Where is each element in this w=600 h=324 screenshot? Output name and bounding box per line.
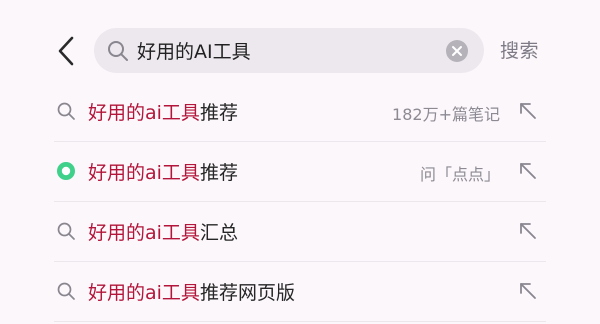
search-icon [57,102,75,120]
suggestion-rest: 推荐 [199,162,238,184]
search-icon [57,222,75,240]
suggestion-highlight: 好用的ai工具 [88,102,200,124]
suggestion-text: 好用的ai工具推荐网页版 [88,278,295,305]
suggestion-text: 好用的ai工具汇总 [88,218,238,245]
arrow-up-left-icon[interactable] [516,279,540,303]
arrow-up-left-icon[interactable] [516,159,540,183]
diandian-ai-icon [57,162,75,180]
suggestion-item-ask-ai[interactable]: 好用的ai工具推荐 问「点点」 [54,142,546,202]
suggestion-item[interactable]: 好用的ai工具汇总 [54,202,546,262]
search-input[interactable] [137,36,427,64]
suggestion-text: 好用的ai工具推荐 [88,98,238,125]
arrow-up-left-icon[interactable] [516,99,540,123]
suggestion-highlight: 好用的ai工具 [88,282,200,304]
suggestion-list: 好用的ai工具推荐 182万+篇笔记 好用的ai工具推荐 问「点点」 好用的ai… [54,82,546,322]
suggestion-highlight: 好用的ai工具 [88,162,200,184]
suggestion-text: 好用的ai工具推荐 [88,158,238,185]
search-button[interactable]: 搜索 [500,36,539,63]
chevron-left-icon [58,36,74,66]
search-box[interactable] [94,28,484,73]
ask-ai-label[interactable]: 问「点点」 [420,161,500,185]
suggestion-highlight: 好用的ai工具 [88,222,200,244]
arrow-up-left-icon[interactable] [516,219,540,243]
back-button[interactable] [52,34,82,68]
suggestion-item[interactable]: 好用的ai工具推荐网页版 [54,262,546,322]
suggestion-rest: 汇总 [199,222,238,244]
suggestion-rest: 推荐 [199,102,238,124]
search-icon [57,282,75,300]
suggestion-item[interactable]: 好用的ai工具推荐 182万+篇笔记 [54,82,546,142]
suggestion-rest: 推荐网页版 [199,282,295,304]
note-count: 182万+篇笔记 [392,105,500,124]
search-icon [108,41,128,61]
clear-icon[interactable] [445,39,469,63]
